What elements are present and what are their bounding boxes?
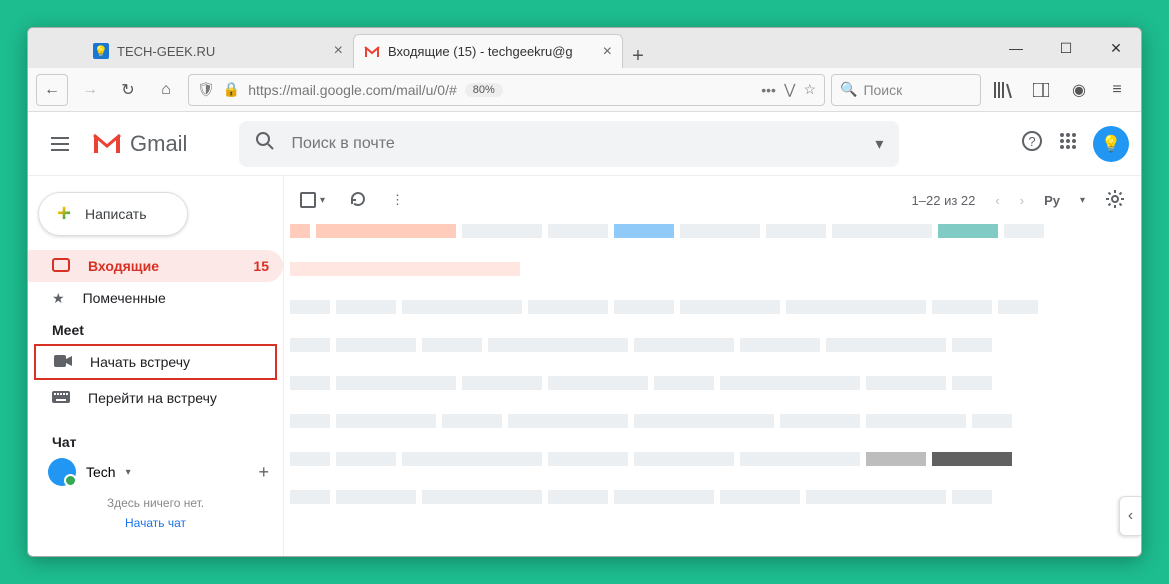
mail-list-placeholder (284, 224, 1141, 518)
close-icon[interactable]: × (334, 42, 343, 60)
tab-title: TECH-GEEK.RU (117, 44, 326, 59)
meet-join-label: Перейти на встречу (88, 390, 217, 406)
highlight-box: Начать встречу (34, 344, 277, 380)
meet-start-label: Начать встречу (90, 354, 190, 370)
search-placeholder: Поиск (863, 82, 902, 98)
main-menu-button[interactable] (40, 124, 80, 164)
inbox-label: Входящие (88, 258, 159, 274)
more-button[interactable]: ⋮ (391, 192, 404, 208)
inbox-count: 15 (253, 258, 269, 274)
chevron-down-icon[interactable]: ▾ (1080, 195, 1085, 206)
chat-start-link[interactable]: Начать чат (125, 516, 186, 530)
gmail-logo-icon (92, 133, 122, 155)
chat-section-header: Чат (28, 426, 283, 454)
minimize-button[interactable]: — (991, 28, 1041, 68)
gmail-brand[interactable]: Gmail (92, 131, 187, 157)
sidebar-item-inbox[interactable]: Входящие 15 (28, 250, 283, 282)
window-controls: — ☐ ✕ (991, 28, 1141, 68)
sidebar-icon[interactable] (1025, 74, 1057, 106)
chat-user-row[interactable]: Tech ▾ + (28, 454, 283, 490)
more-icon[interactable]: ••• (761, 82, 776, 98)
pocket-icon[interactable]: ⋁ (784, 81, 795, 98)
gmail-header: Gmail ▾ ? 💡 (28, 112, 1141, 176)
search-icon: 🔍 (840, 81, 857, 98)
zoom-badge[interactable]: 80% (465, 83, 503, 97)
shield-icon[interactable]: 🛡 (197, 81, 215, 98)
reload-button[interactable]: ↻ (112, 74, 144, 106)
back-button[interactable]: ← (36, 74, 68, 106)
mail-list-area: ▾ ⋮ 1–22 из 22 ‹ › Ру ▾ (283, 176, 1141, 556)
starred-label: Помеченные (83, 290, 166, 306)
library-icon[interactable] (987, 74, 1019, 106)
prev-page-button[interactable]: ‹ (995, 193, 999, 208)
maximize-button[interactable]: ☐ (1041, 28, 1091, 68)
gmail-search-box[interactable]: ▾ (239, 121, 899, 167)
select-all-checkbox[interactable] (300, 192, 316, 208)
gmail-search-input[interactable] (291, 135, 859, 153)
search-icon (255, 131, 275, 156)
inbox-icon (52, 258, 70, 275)
gmail-icon (364, 44, 380, 60)
chat-empty-text: Здесь ничего нет. (28, 496, 283, 510)
meet-section-header: Meet (28, 314, 283, 342)
chat-user-name: Tech (86, 464, 116, 480)
lightbulb-icon: 💡 (1101, 134, 1121, 154)
gmail-sidebar: + Написать Входящие 15 ★ Помеченные Meet (28, 176, 283, 556)
plus-icon: + (57, 200, 71, 228)
meet-join-button[interactable]: Перейти на встречу (28, 382, 283, 414)
gmail-brand-text: Gmail (130, 131, 187, 157)
address-bar[interactable]: 🛡 🔒 https://mail.google.com/mail/u/0/# 8… (188, 74, 825, 106)
lightbulb-icon: 💡 (93, 43, 109, 59)
browser-search-box[interactable]: 🔍 Поиск (831, 74, 981, 106)
video-icon (54, 354, 72, 370)
next-page-button[interactable]: › (1020, 193, 1024, 208)
chevron-down-icon[interactable]: ▾ (320, 195, 325, 206)
compose-label: Написать (85, 206, 146, 222)
chat-avatar (48, 458, 76, 486)
settings-gear-icon[interactable] (1105, 189, 1125, 212)
keyboard-icon (52, 390, 70, 406)
expand-chevron-button[interactable]: ‹ (1119, 496, 1141, 536)
refresh-button[interactable] (349, 190, 367, 211)
tab-bar: 💡 TECH-GEEK.RU × Входящие (15) - techgee… (28, 28, 1141, 68)
dropdown-icon[interactable]: ▾ (875, 134, 883, 154)
bookmark-star-icon[interactable]: ☆ (803, 81, 816, 98)
pagination-text: 1–22 из 22 (912, 193, 976, 208)
new-tab-button[interactable]: + (623, 45, 653, 68)
browser-tab-gmail[interactable]: Входящие (15) - techgeekru@g × (353, 34, 623, 68)
lock-icon: 🔒 (223, 81, 240, 98)
apps-icon[interactable] (1059, 132, 1077, 155)
account-icon[interactable]: ◉ (1063, 74, 1095, 106)
add-chat-button[interactable]: + (258, 462, 269, 483)
close-icon[interactable]: × (603, 43, 612, 61)
mail-toolbar: ▾ ⋮ 1–22 из 22 ‹ › Ру ▾ (284, 176, 1141, 224)
gmail-main: + Написать Входящие 15 ★ Помеченные Meet (28, 176, 1141, 556)
svg-text:?: ? (1028, 134, 1035, 149)
chevron-down-icon[interactable]: ▾ (126, 467, 131, 478)
input-method-badge[interactable]: Ру (1044, 193, 1060, 208)
url-text: https://mail.google.com/mail/u/0/# (248, 82, 457, 98)
account-avatar[interactable]: 💡 (1093, 126, 1129, 162)
meet-start-button[interactable]: Начать встречу (36, 346, 275, 378)
sidebar-item-starred[interactable]: ★ Помеченные (28, 282, 283, 314)
close-button[interactable]: ✕ (1091, 28, 1141, 68)
forward-button[interactable]: → (74, 74, 106, 106)
compose-button[interactable]: + Написать (38, 192, 188, 236)
browser-window: 💡 TECH-GEEK.RU × Входящие (15) - techgee… (27, 27, 1142, 557)
home-button[interactable]: ⌂ (150, 74, 182, 106)
menu-icon[interactable]: ≡ (1101, 74, 1133, 106)
browser-tab-techgeek[interactable]: 💡 TECH-GEEK.RU × (83, 34, 353, 68)
star-icon: ★ (52, 290, 65, 307)
browser-toolbar: ← → ↻ ⌂ 🛡 🔒 https://mail.google.com/mail… (28, 68, 1141, 112)
help-icon[interactable]: ? (1021, 130, 1043, 157)
tab-title: Входящие (15) - techgeekru@g (388, 44, 595, 59)
